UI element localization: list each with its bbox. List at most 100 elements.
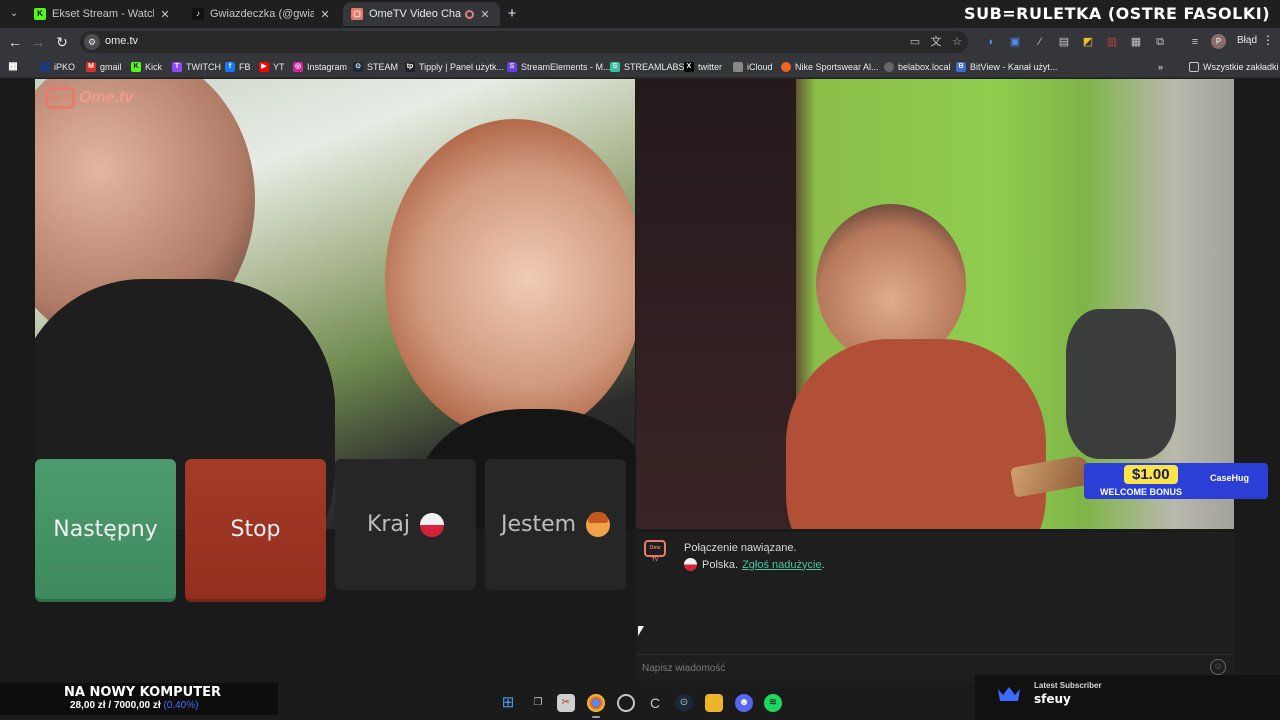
bookmark-twitch[interactable]: T TWITCH (172, 59, 221, 75)
all-bookmarks[interactable]: Wszystkie zakładki (1189, 59, 1279, 75)
twitch-icon: T (172, 62, 182, 72)
close-icon[interactable]: ✕ (318, 8, 332, 21)
file-explorer-icon[interactable] (705, 694, 723, 712)
bookmark-label: Instagram (307, 62, 348, 72)
latest-subscriber-name: sfeuy (1034, 692, 1071, 706)
tab-tiktok[interactable]: ♪ Gwiazdeczka (@gwiazdeczka57) ✕ (184, 2, 340, 26)
bookmark-label: TWITCH (186, 62, 221, 72)
close-icon[interactable]: ✕ (478, 8, 492, 21)
cast-icon[interactable]: ▭ (908, 35, 922, 49)
chrome-icon[interactable] (587, 694, 605, 718)
bookmark-belabox[interactable]: belabox.local (884, 59, 951, 75)
gmail-icon: M (86, 62, 96, 72)
youtube-icon: ▶ (259, 62, 269, 72)
error-button[interactable]: Błąd (1233, 33, 1261, 48)
connection-status: Połączenie nawiązane. (684, 542, 797, 554)
discord-icon[interactable]: ☻ (735, 694, 753, 712)
task-view-icon[interactable]: ❐ (529, 694, 547, 712)
gender-button[interactable]: Jestem (485, 459, 626, 590)
color-picker-icon[interactable]: ◩ (1081, 35, 1095, 49)
goal-percent: (0.40%) (163, 700, 199, 711)
latest-subscriber-widget: Latest Subscriber sfeuy (975, 675, 1280, 720)
tab-kick[interactable]: K Ekset Stream - Watch Live on Kick ✕ (26, 2, 180, 26)
bookmark-twitter[interactable]: Xtwitter (684, 59, 722, 75)
bookmark-label: twitter (698, 62, 723, 72)
steam-icon[interactable]: ⊙ (675, 694, 693, 712)
bookmark-icloud[interactable]: iCloud (733, 59, 773, 75)
globe-icon (884, 62, 894, 72)
tab-title: Ekset Stream - Watch Live on Kick (52, 8, 154, 20)
url-text[interactable]: ome.tv (105, 35, 138, 47)
streamlabs-icon: S (610, 62, 620, 72)
menu-icon[interactable]: ⋮ (1262, 33, 1274, 47)
report-abuse-link[interactable]: Zgłoś nadużycie (742, 559, 822, 571)
folder-icon (1189, 62, 1199, 72)
mouse-cursor (638, 626, 644, 636)
forward-icon[interactable]: → (29, 33, 47, 51)
bookmark-instagram[interactable]: ◎ Instagram (293, 59, 347, 75)
casehug-promo: $1.00 WELCOME BONUS CaseHug (1009, 454, 1272, 503)
site-info-icon[interactable]: ⚙ (84, 34, 100, 50)
next-button[interactable]: Następny (35, 459, 176, 599)
close-icon[interactable]: ✕ (158, 8, 172, 21)
bookmark-label: YT (273, 62, 285, 72)
bookmark-nike[interactable]: Nike Sportswear Al... (781, 59, 879, 75)
pen-icon[interactable]: ⁄ (1033, 35, 1047, 49)
bookmark-star-icon[interactable]: ☆ (950, 35, 964, 49)
bookmark-label: iCloud (747, 62, 773, 72)
bookmark-label: StreamElements - M... (521, 62, 611, 72)
snipping-tool-icon[interactable]: ✂ (557, 694, 575, 712)
translate-extension-icon[interactable]: ▣ (1008, 35, 1022, 49)
more-bookmarks-icon[interactable]: » (1158, 59, 1163, 75)
bookmark-tipply[interactable]: tp Tipply | Panel użytk... (405, 59, 504, 75)
bookmarks-bar: ▦ iPKO Mgmail K Kick T TWITCH f FB ▶ YT ◎ Ins… (0, 56, 1280, 78)
chair (1066, 309, 1176, 459)
ccleaner-icon[interactable]: C (646, 694, 664, 712)
avatar[interactable]: P (1211, 34, 1226, 49)
message-input[interactable] (642, 660, 1192, 676)
country-button[interactable]: Kraj (335, 459, 476, 590)
grid-extension-icon[interactable]: ▦ (1129, 35, 1143, 49)
nike-icon (781, 62, 791, 72)
ometv-icon: ▢ (351, 8, 363, 20)
reload-icon[interactable]: ↻ (53, 33, 71, 51)
tab-search-icon[interactable]: ⌄ (6, 6, 22, 22)
latest-subscriber-label: Latest Subscriber (1034, 681, 1102, 690)
sub-banner: SUB=RULETKA (OSTRE FASOLKI) (964, 4, 1270, 23)
bookmark-ipko[interactable]: iPKO (40, 59, 75, 75)
stop-button-label: Stop (230, 516, 281, 542)
bookmark-steam[interactable]: ⊙ STEAM (353, 59, 398, 75)
new-tab-button[interactable]: + (503, 5, 521, 23)
tab-title: OmeTV Video Chat — Ome (369, 8, 461, 20)
bookmark-label: Nike Sportswear Al... (795, 62, 879, 72)
promo-price: $1.00 (1124, 465, 1178, 484)
gender-button-label: Jestem (500, 512, 577, 537)
spotify-icon[interactable]: ≋ (764, 694, 782, 712)
bookmark-bitview[interactable]: B BitView - Kanał użyt... (956, 59, 1057, 75)
obs-icon[interactable] (617, 694, 635, 712)
bookmark-streamelements[interactable]: S StreamElements - M... (507, 59, 611, 75)
bookmark-yt[interactable]: ▶ YT (259, 59, 285, 75)
bookmark-kick[interactable]: K Kick (131, 59, 162, 75)
translate-icon[interactable]: 文 (929, 35, 943, 49)
extension-icon[interactable]: ▥ (1105, 35, 1119, 49)
next-button-label: Następny (53, 516, 158, 542)
address-bar[interactable]: ⚙ ome.tv ▭ 文 ☆ (80, 31, 968, 53)
apps-icon[interactable]: ▦ (8, 59, 22, 75)
puzzle-icon[interactable]: ⧉ (1153, 35, 1167, 49)
tiktok-icon: ♪ (192, 8, 204, 20)
windows-start-icon[interactable]: ⊞ (499, 694, 517, 712)
emoji-icon[interactable]: ☺ (1210, 659, 1226, 675)
bookmark-fb[interactable]: f FB (225, 59, 251, 75)
country-button-label: Kraj (366, 512, 411, 537)
tab-ometv[interactable]: ▢ OmeTV Video Chat — Ome ✕ (343, 2, 500, 26)
stop-button[interactable]: Stop (185, 459, 326, 599)
bookmark-gmail[interactable]: Mgmail (86, 59, 122, 75)
bookmark-label: STEAM (367, 62, 399, 72)
reading-list-icon[interactable]: ≡ (1188, 35, 1202, 49)
bookmark-streamlabs[interactable]: S STREAMLABS (610, 59, 685, 75)
x-icon: X (684, 62, 694, 72)
extension-icon[interactable]: ◗ (984, 35, 998, 49)
back-icon[interactable]: ← (6, 33, 24, 51)
extension-icon[interactable]: ▤ (1057, 35, 1071, 49)
